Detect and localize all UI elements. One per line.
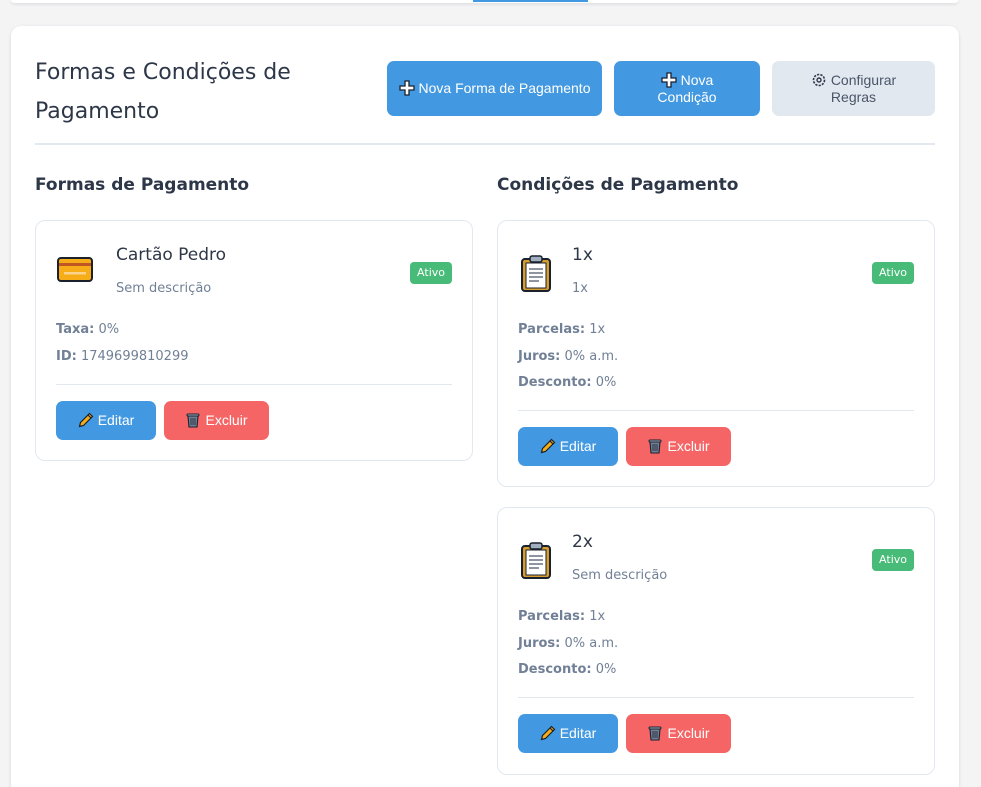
new-payment-method-button[interactable]: Nova Forma de Pagamento bbox=[387, 61, 602, 116]
pencil-icon bbox=[78, 412, 94, 428]
plus-icon bbox=[661, 71, 677, 88]
installments-line: Parcelas: 1x bbox=[518, 322, 605, 337]
id-label: ID: bbox=[56, 349, 77, 364]
interest-label: Juros: bbox=[518, 349, 561, 364]
condition-name: 1x bbox=[572, 245, 593, 265]
condition-description: Sem descrição bbox=[572, 568, 668, 583]
header-divider bbox=[35, 143, 935, 145]
payment-conditions-heading: Condições de Pagamento bbox=[497, 175, 739, 195]
card-divider bbox=[518, 697, 914, 698]
page-title: Formas e Condições de Pagamento bbox=[35, 60, 291, 124]
plus-icon bbox=[398, 80, 415, 96]
discount-label: Desconto: bbox=[518, 662, 592, 677]
delete-button[interactable]: Excluir bbox=[626, 427, 731, 466]
status-badge: Ativo bbox=[872, 549, 914, 571]
installments-value: 1x bbox=[589, 322, 606, 337]
discount-value: 0% bbox=[595, 375, 617, 390]
discount-label: Desconto: bbox=[518, 375, 592, 390]
payment-condition-card: 1x 1x Ativo Parcelas: 1x Juros: 0% a.m. … bbox=[497, 220, 935, 487]
edit-button[interactable]: Editar bbox=[518, 427, 618, 466]
configure-rules-button[interactable]: Configurar Regras bbox=[772, 61, 935, 116]
edit-label: Editar bbox=[559, 438, 597, 454]
clipboard-icon bbox=[521, 255, 551, 292]
edit-label: Editar bbox=[97, 412, 135, 428]
configure-rules-label: Configurar Regras bbox=[830, 71, 897, 105]
id-value: 1749699810299 bbox=[80, 349, 189, 364]
edit-button[interactable]: Editar bbox=[518, 714, 618, 753]
installments-line: Parcelas: 1x bbox=[518, 609, 605, 624]
new-condition-button[interactable]: Nova Condição bbox=[614, 61, 760, 116]
interest-line: Juros: 0% a.m. bbox=[518, 636, 618, 651]
discount-line: Desconto: 0% bbox=[518, 375, 616, 390]
pencil-icon bbox=[540, 438, 556, 454]
condition-description: 1x bbox=[572, 281, 588, 296]
discount-value: 0% bbox=[595, 662, 617, 677]
trash-icon bbox=[648, 439, 662, 454]
payment-condition-card: 2x Sem descrição Ativo Parcelas: 1x Juro… bbox=[497, 507, 935, 775]
installments-label: Parcelas: bbox=[518, 322, 586, 337]
fee-label: Taxa: bbox=[56, 322, 95, 337]
fee-value: 0% bbox=[98, 322, 120, 337]
delete-button[interactable]: Excluir bbox=[626, 714, 731, 753]
clipboard-icon bbox=[521, 542, 551, 579]
card-divider bbox=[518, 410, 914, 411]
delete-label: Excluir bbox=[667, 725, 710, 741]
id-line: ID: 1749699810299 bbox=[56, 349, 189, 364]
discount-line: Desconto: 0% bbox=[518, 662, 616, 677]
fee-line: Taxa: 0% bbox=[56, 322, 119, 337]
trash-icon bbox=[186, 413, 200, 428]
delete-label: Excluir bbox=[205, 412, 248, 428]
card-divider bbox=[56, 384, 452, 385]
payment-method-card: Cartão Pedro Sem descrição Ativo Taxa: 0… bbox=[35, 220, 473, 461]
new-payment-method-label: Nova Forma de Pagamento bbox=[418, 80, 591, 96]
status-badge: Ativo bbox=[410, 262, 452, 284]
interest-label: Juros: bbox=[518, 636, 561, 651]
trash-icon bbox=[648, 726, 662, 741]
status-badge: Ativo bbox=[872, 262, 914, 284]
condition-name: 2x bbox=[572, 532, 593, 552]
active-tab-indicator bbox=[473, 0, 588, 2]
interest-line: Juros: 0% a.m. bbox=[518, 349, 618, 364]
delete-label: Excluir bbox=[667, 438, 710, 454]
interest-value: 0% a.m. bbox=[564, 636, 619, 651]
edit-label: Editar bbox=[559, 725, 597, 741]
installments-label: Parcelas: bbox=[518, 609, 586, 624]
edit-button[interactable]: Editar bbox=[56, 401, 156, 440]
delete-button[interactable]: Excluir bbox=[164, 401, 269, 440]
interest-value: 0% a.m. bbox=[564, 349, 619, 364]
pencil-icon bbox=[540, 725, 556, 741]
installments-value: 1x bbox=[589, 609, 606, 624]
payment-method-name: Cartão Pedro bbox=[116, 245, 227, 265]
payment-methods-heading: Formas de Pagamento bbox=[35, 175, 250, 195]
payment-settings-panel: Formas e Condições de Pagamento Nova For… bbox=[11, 26, 959, 787]
credit-card-icon bbox=[57, 257, 93, 282]
gear-icon bbox=[812, 73, 826, 86]
payment-method-description: Sem descrição bbox=[116, 281, 212, 296]
